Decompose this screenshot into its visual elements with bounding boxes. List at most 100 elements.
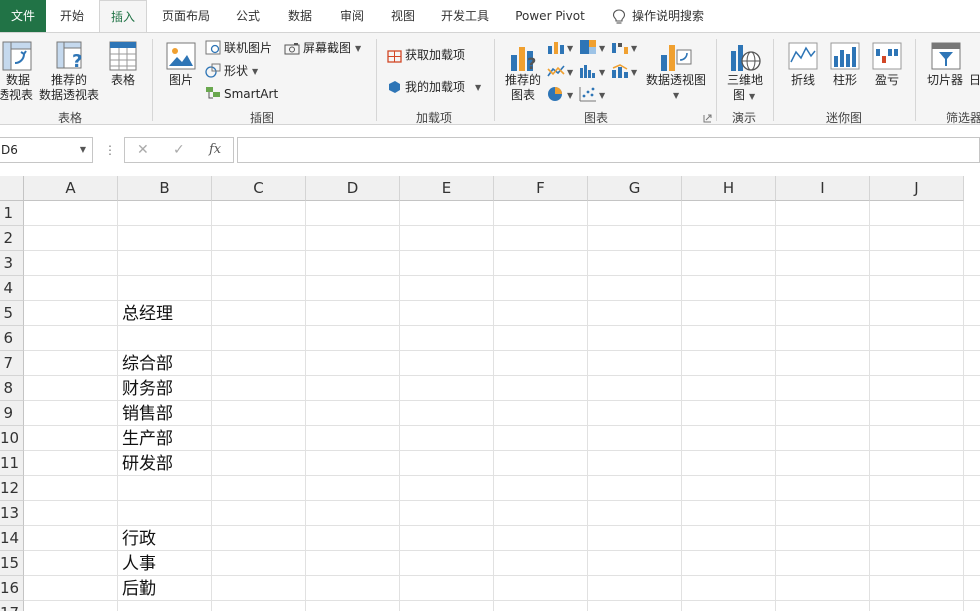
tab-view[interactable]: 视图 bbox=[381, 0, 425, 32]
column-header[interactable]: I bbox=[776, 176, 870, 201]
shapes-label[interactable]: 形状 bbox=[224, 63, 248, 79]
formula-input[interactable] bbox=[237, 137, 980, 163]
pivot-table-label-2[interactable]: 透视表 bbox=[0, 88, 36, 103]
more-options-icon[interactable]: ⋮ bbox=[104, 143, 116, 157]
pivot-table-icon[interactable] bbox=[2, 41, 32, 71]
tab-home[interactable]: 开始 bbox=[48, 0, 96, 32]
tab-power-pivot[interactable]: Power Pivot bbox=[508, 0, 592, 32]
pictures-label[interactable]: 图片 bbox=[163, 73, 199, 88]
hierarchy-chart-icon[interactable] bbox=[579, 39, 597, 55]
cell-b8[interactable]: 财务部 bbox=[118, 376, 212, 401]
cell-b5[interactable]: 总经理 bbox=[118, 301, 212, 326]
row-header[interactable]: 16 bbox=[0, 576, 24, 601]
sparkline-winloss-icon[interactable] bbox=[872, 42, 902, 70]
column-header[interactable]: B bbox=[118, 176, 212, 201]
cell-b11[interactable]: 研发部 bbox=[118, 451, 212, 476]
row-header[interactable]: 12 bbox=[0, 476, 24, 501]
3d-map-label-1[interactable]: 三维地 bbox=[722, 73, 768, 88]
insert-function-icon[interactable]: fx bbox=[209, 138, 221, 162]
pie-chart-dropdown-icon[interactable]: ▼ bbox=[567, 91, 573, 100]
cell-b7[interactable]: 综合部 bbox=[118, 351, 212, 376]
column-chart-dropdown-icon[interactable]: ▼ bbox=[567, 44, 573, 53]
statistic-chart-dropdown-icon[interactable]: ▼ bbox=[599, 68, 605, 77]
get-addins-label[interactable]: 获取加载项 bbox=[405, 47, 465, 63]
shapes-dropdown-icon[interactable]: ▼ bbox=[252, 67, 258, 76]
select-all-corner[interactable] bbox=[0, 176, 24, 201]
column-header[interactable]: C bbox=[212, 176, 306, 201]
row-header[interactable]: 8 bbox=[0, 376, 24, 401]
waterfall-chart-dropdown-icon[interactable]: ▼ bbox=[631, 44, 637, 53]
waterfall-chart-icon[interactable] bbox=[611, 40, 629, 55]
row-header[interactable]: 7 bbox=[0, 351, 24, 376]
sparkline-column-icon[interactable] bbox=[830, 42, 860, 70]
row-header[interactable]: 9 bbox=[0, 401, 24, 426]
column-header[interactable]: E bbox=[400, 176, 494, 201]
recommended-charts-label-1[interactable]: 推荐的 bbox=[500, 73, 546, 88]
tab-review[interactable]: 审阅 bbox=[330, 0, 374, 32]
recommended-charts-label-2[interactable]: 图表 bbox=[505, 88, 541, 103]
row-header[interactable]: 15 bbox=[0, 551, 24, 576]
enter-icon[interactable]: ✓ bbox=[173, 138, 185, 162]
screenshot-label[interactable]: 屏幕截图 bbox=[303, 40, 351, 56]
tab-insert[interactable]: 插入 bbox=[99, 0, 147, 32]
column-header[interactable]: D bbox=[306, 176, 400, 201]
3d-map-label-2[interactable]: 图 bbox=[730, 88, 748, 103]
cell-b9[interactable]: 销售部 bbox=[118, 401, 212, 426]
recommended-charts-icon[interactable]: ? bbox=[509, 41, 539, 73]
pivot-table-label-1[interactable]: 数据 bbox=[1, 73, 35, 88]
online-pictures-icon[interactable] bbox=[205, 40, 221, 55]
screenshot-dropdown-icon[interactable]: ▼ bbox=[355, 44, 361, 53]
worksheet-grid[interactable]: ABCDEFGHIJ1234567891011121314151617总经理综合… bbox=[0, 176, 980, 611]
row-header[interactable]: 13 bbox=[0, 501, 24, 526]
row-header[interactable]: 4 bbox=[0, 276, 24, 301]
slicer-icon[interactable] bbox=[931, 42, 961, 70]
combo-chart-dropdown-icon[interactable]: ▼ bbox=[631, 68, 637, 77]
dialog-launcher-icon[interactable] bbox=[703, 114, 712, 123]
tab-formulas[interactable]: 公式 bbox=[226, 0, 270, 32]
pivot-chart-icon[interactable] bbox=[659, 41, 693, 73]
pivot-chart-dropdown-icon[interactable]: ▼ bbox=[673, 91, 679, 100]
hierarchy-chart-dropdown-icon[interactable]: ▼ bbox=[599, 44, 605, 53]
smartart-icon[interactable] bbox=[205, 86, 221, 101]
row-header[interactable]: 1 bbox=[0, 201, 24, 226]
online-pictures-label[interactable]: 联机图片 bbox=[224, 40, 272, 56]
timeline-label[interactable]: 日 bbox=[968, 73, 980, 88]
recommended-pivot-icon[interactable]: ? bbox=[56, 41, 86, 71]
3d-map-icon[interactable] bbox=[729, 41, 761, 73]
store-icon[interactable] bbox=[387, 48, 402, 63]
row-header[interactable]: 6 bbox=[0, 326, 24, 351]
my-addins-icon[interactable] bbox=[387, 79, 402, 94]
pivot-chart-label[interactable]: 数据透视图 bbox=[642, 73, 710, 88]
3d-map-dropdown-icon[interactable]: ▼ bbox=[749, 92, 755, 101]
line-chart-dropdown-icon[interactable]: ▼ bbox=[567, 68, 573, 77]
statistic-chart-icon[interactable] bbox=[579, 64, 597, 79]
tab-file[interactable]: 文件 bbox=[0, 0, 46, 32]
cell-b10[interactable]: 生产部 bbox=[118, 426, 212, 451]
tab-data[interactable]: 数据 bbox=[278, 0, 322, 32]
pictures-icon[interactable] bbox=[166, 42, 196, 70]
combo-chart-icon[interactable] bbox=[611, 64, 629, 79]
cell-b16[interactable]: 后勤 bbox=[118, 576, 212, 601]
column-header[interactable]: A bbox=[24, 176, 118, 201]
sparkline-line-icon[interactable] bbox=[788, 42, 818, 70]
sparkline-line-label[interactable]: 折线 bbox=[785, 73, 821, 88]
row-header[interactable]: 11 bbox=[0, 451, 24, 476]
tab-page-layout[interactable]: 页面布局 bbox=[155, 0, 217, 32]
column-header[interactable]: H bbox=[682, 176, 776, 201]
row-header[interactable]: 5 bbox=[0, 301, 24, 326]
recommended-pivot-label-1[interactable]: 推荐的 bbox=[46, 73, 92, 88]
column-header[interactable]: J bbox=[870, 176, 964, 201]
smartart-label[interactable]: SmartArt bbox=[224, 86, 278, 102]
screenshot-icon[interactable] bbox=[284, 42, 300, 55]
name-box-dropdown-icon[interactable]: ▼ bbox=[80, 138, 86, 162]
my-addins-label[interactable]: 我的加载项 bbox=[405, 79, 465, 95]
lightbulb-icon[interactable] bbox=[612, 9, 626, 25]
tell-me-search[interactable]: 操作说明搜索 bbox=[632, 0, 722, 32]
sparkline-column-label[interactable]: 柱形 bbox=[827, 73, 863, 88]
column-chart-icon[interactable] bbox=[547, 40, 565, 55]
line-chart-icon[interactable] bbox=[547, 64, 565, 79]
tab-developer[interactable]: 开发工具 bbox=[433, 0, 497, 32]
shapes-icon[interactable] bbox=[205, 63, 221, 78]
slicer-label[interactable]: 切片器 bbox=[926, 73, 964, 88]
column-header[interactable]: F bbox=[494, 176, 588, 201]
